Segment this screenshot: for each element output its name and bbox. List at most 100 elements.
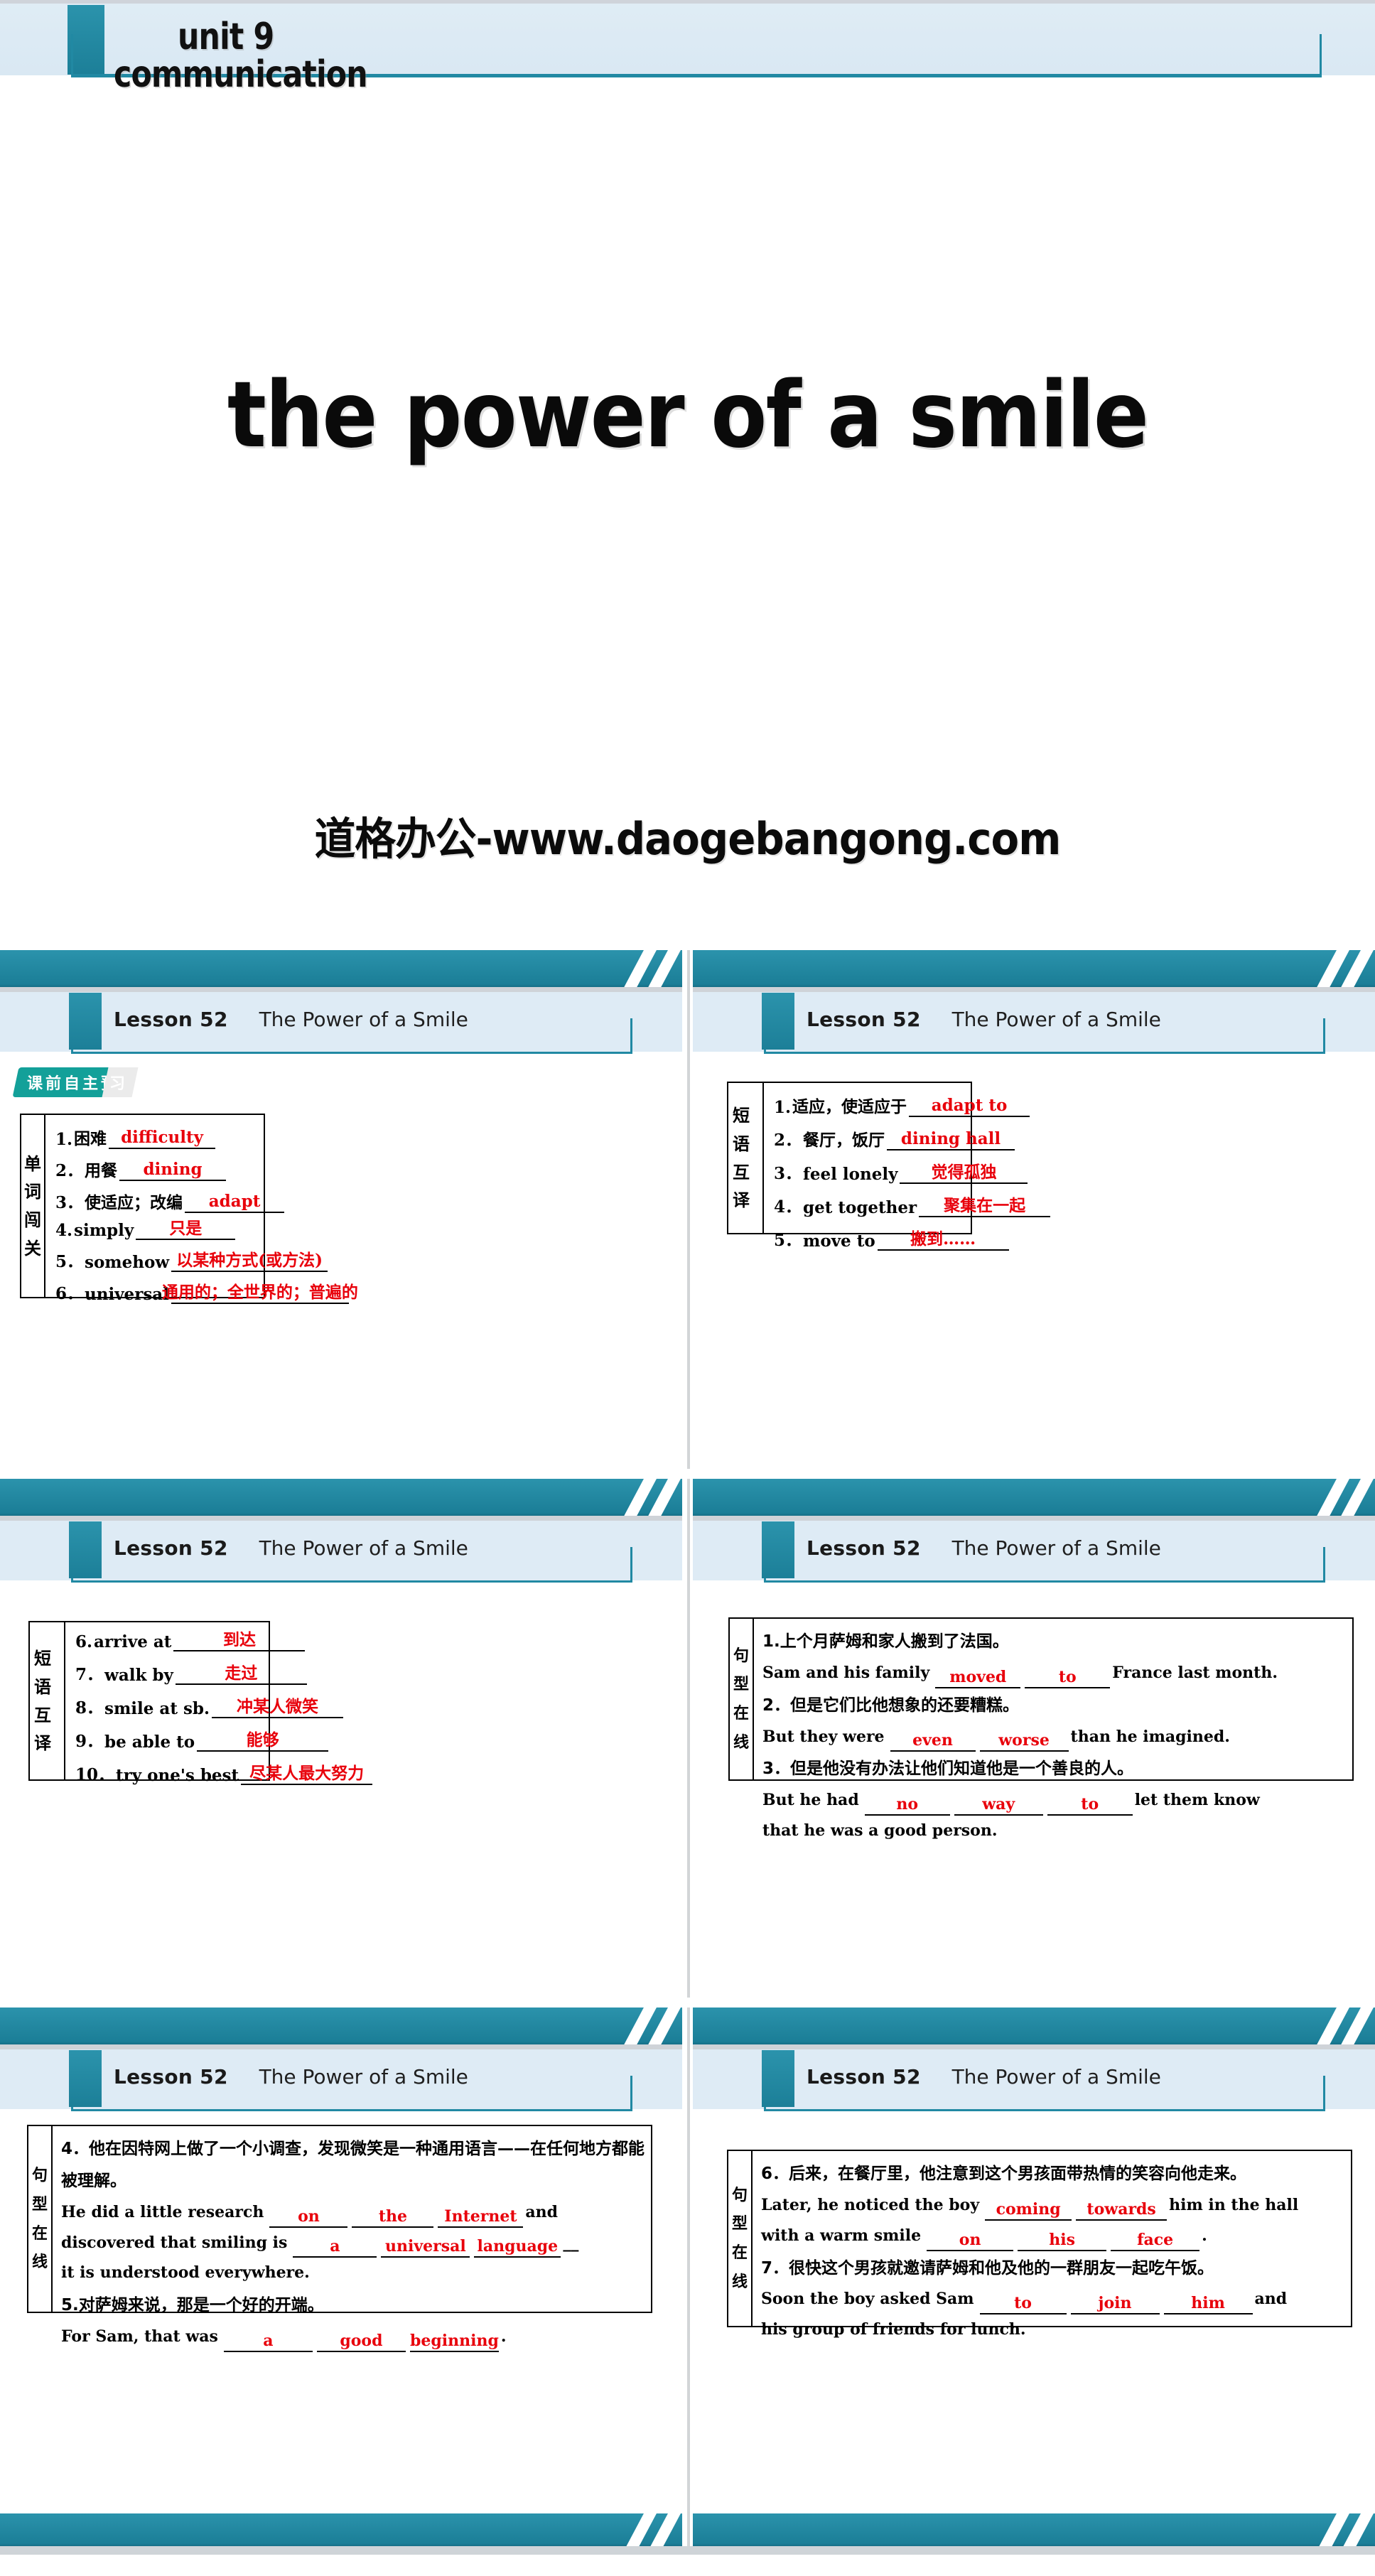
sentence-text: He did a little research <box>61 2202 264 2221</box>
slide-sentences-3[interactable]: Lesson 52 The Power of a Smile 句型在线 6．后来… <box>693 2008 1375 2553</box>
table-row: 7． walk by 走过 <box>75 1661 374 1685</box>
answer-text: face <box>1137 2230 1174 2249</box>
item-number: 5. <box>61 2296 79 2315</box>
sentence-chinese: 7．很快这个男孩就邀请萨姆和他及他的一群朋友一起吃午饭。 <box>761 2253 1345 2285</box>
answer-blank[interactable]: his <box>1018 2232 1107 2251</box>
answer-blank[interactable]: 觉得孤独 <box>900 1164 1028 1184</box>
answer-blank[interactable]: 搬到…… <box>877 1231 1009 1251</box>
answer-blank[interactable]: 冲某人微笑 <box>212 1697 343 1718</box>
answer-blank[interactable]: on <box>927 2232 1014 2251</box>
answer-blank[interactable]: way <box>954 1796 1043 1816</box>
answer-blank[interactable]: dining <box>119 1161 227 1181</box>
row-prompt: feel lonely <box>803 1165 898 1184</box>
row-prompt: 适应，使适应于 <box>792 1098 907 1116</box>
answer-text: 尽某人最大努力 <box>249 1764 365 1783</box>
sentence-english: For Sam, that was a good beginning . <box>61 2322 645 2353</box>
sentence-chinese: 1.上个月萨姆和家人搬到了法国。 <box>762 1626 1347 1658</box>
table-label-char: 线 <box>732 2272 748 2291</box>
table-label-char: 型 <box>732 2214 748 2233</box>
row-prompt: simply <box>74 1221 134 1240</box>
sentence-chinese: 5.对萨姆来说，那是一个好的开端。 <box>61 2290 645 2322</box>
slide-sentences-1[interactable]: Lesson 52 The Power of a Smile 句型在线 1.上个… <box>693 1479 1375 1998</box>
row-number: 5． <box>55 1252 84 1271</box>
answer-blank[interactable]: dining hall <box>887 1131 1015 1150</box>
answer-blank[interactable]: to <box>1047 1795 1133 1816</box>
slide-top-band <box>693 950 1375 987</box>
table-row: 10． try one's best 尽某人最大努力 <box>75 1761 374 1785</box>
answer-text: language <box>477 2237 559 2256</box>
answer-blank[interactable]: 走过 <box>175 1664 307 1685</box>
row-number: 4. <box>55 1221 73 1240</box>
answer-text: no <box>896 1795 919 1814</box>
answer-blank[interactable]: the <box>352 2209 434 2228</box>
sentence-english: He did a little research on the Internet… <box>61 2197 645 2289</box>
answer-text: him <box>1191 2294 1225 2313</box>
answer-blank[interactable]: to <box>979 2295 1067 2315</box>
sentence-text: his group of friends for lunch. <box>761 2320 1026 2339</box>
answer-blank[interactable]: 尽某人最大努力 <box>241 1764 373 1785</box>
answer-blank[interactable]: 通用的；全世界的；普遍的 <box>162 1284 358 1304</box>
answer-blank[interactable]: coming <box>985 2202 1072 2221</box>
header-accent-tab <box>69 1521 102 1578</box>
slide-phrases-1[interactable]: Lesson 52 The Power of a Smile 短语 互译 1. 适… <box>693 950 1375 1469</box>
answer-blank[interactable]: adapt to <box>909 1097 1030 1117</box>
answer-blank[interactable]: good <box>316 2333 406 2353</box>
answer-blank[interactable]: face <box>1111 2230 1200 2251</box>
row-prompt: 用餐 <box>85 1162 118 1180</box>
answer-blank[interactable]: him <box>1163 2294 1253 2315</box>
answer-blank[interactable]: no <box>864 1795 950 1816</box>
answer-blank[interactable]: a <box>293 2237 377 2258</box>
row-number: 6. <box>75 1632 93 1651</box>
answer-text: a <box>263 2332 274 2351</box>
answer-text: a <box>330 2237 340 2256</box>
sentence-text: . <box>500 2327 507 2346</box>
answer-text: universal <box>385 2237 466 2256</box>
answer-blank[interactable]: adapt <box>185 1193 285 1213</box>
section-badge: 课前自主预 习 <box>12 1067 139 1097</box>
answer-blank[interactable]: 聚集在一起 <box>919 1197 1051 1217</box>
slide-phrases-2[interactable]: Lesson 52 The Power of a Smile 短语 互译 6. a… <box>0 1479 682 1998</box>
answer-blank[interactable]: beginning <box>409 2333 499 2353</box>
answer-blank[interactable]: difficulty <box>109 1129 216 1149</box>
sentence-text: But they were <box>762 1727 885 1746</box>
answer-blank[interactable]: on <box>269 2209 348 2228</box>
table-label-char: 互译 <box>733 1161 750 1211</box>
bottom-gray-strip <box>0 2546 1375 2555</box>
sentence-text: Soon the boy asked Sam <box>761 2290 974 2309</box>
answer-blank[interactable]: universal <box>381 2237 470 2258</box>
answer-blank[interactable]: 能够 <box>197 1732 329 1752</box>
slide-vocab[interactable]: Lesson 52 The Power of a Smile 课前自主预 习 单… <box>0 950 682 1469</box>
answer-blank[interactable]: 到达 <box>173 1632 306 1651</box>
answer-text: 走过 <box>225 1664 258 1683</box>
table-label-char: 互译 <box>34 1704 51 1754</box>
table-row: 2． 用餐 dining <box>55 1157 351 1181</box>
answer-blank[interactable]: Internet <box>438 2209 524 2228</box>
answer-blank[interactable]: join <box>1070 2294 1160 2315</box>
answer-blank[interactable]: language <box>474 2237 561 2258</box>
answer-blank[interactable]: moved <box>935 1669 1021 1688</box>
answer-text: 冲某人微笑 <box>237 1697 318 1716</box>
table-label-column: 句型在线 <box>28 2126 53 2312</box>
chinese-line: 4．他在因特网上做了一个小调查，发现微笑是一种通用语言——在任何地方都能被理解。 <box>61 2140 645 2190</box>
table-row: 4． get together 聚集在一起 <box>774 1193 1052 1217</box>
sentence-item: 7．很快这个男孩就邀请萨姆和他及他的一群朋友一起吃午饭。 Soon the bo… <box>761 2253 1345 2346</box>
sentence-text: But he had <box>762 1791 859 1810</box>
answer-blank[interactable]: to <box>1025 1669 1111 1688</box>
answer-blank[interactable]: 只是 <box>136 1220 236 1240</box>
answer-blank[interactable]: 以某种方式(或方法) <box>171 1252 328 1272</box>
answer-blank[interactable]: worse <box>979 1732 1069 1752</box>
answer-blank[interactable]: even <box>890 1732 976 1752</box>
sentence-text: discovered that smiling is <box>61 2233 288 2252</box>
table-label-char: 在 <box>733 1704 750 1723</box>
sentence-item: 2．但是它们比他想象的还要糟糕。 But they were even wors… <box>762 1690 1347 1752</box>
slide-sentences-2[interactable]: Lesson 52 The Power of a Smile 句型在线 4．他在… <box>0 2008 682 2553</box>
answer-text: join <box>1098 2294 1132 2313</box>
answer-blank[interactable]: towards <box>1076 2202 1168 2221</box>
answer-text: to <box>1081 1795 1099 1814</box>
row-number: 2． <box>774 1131 802 1150</box>
sentence-item: 5.对萨姆来说，那是一个好的开端。 For Sam, that was a go… <box>61 2290 645 2353</box>
sentence-chinese: 4．他在因特网上做了一个小调查，发现微笑是一种通用语言——在任何地方都能被理解。 <box>61 2133 645 2197</box>
row-number: 4． <box>774 1197 802 1217</box>
slide-row: Lesson 52 The Power of a Smile 课前自主预 习 单… <box>0 950 1375 1469</box>
answer-blank[interactable]: a <box>223 2332 313 2353</box>
